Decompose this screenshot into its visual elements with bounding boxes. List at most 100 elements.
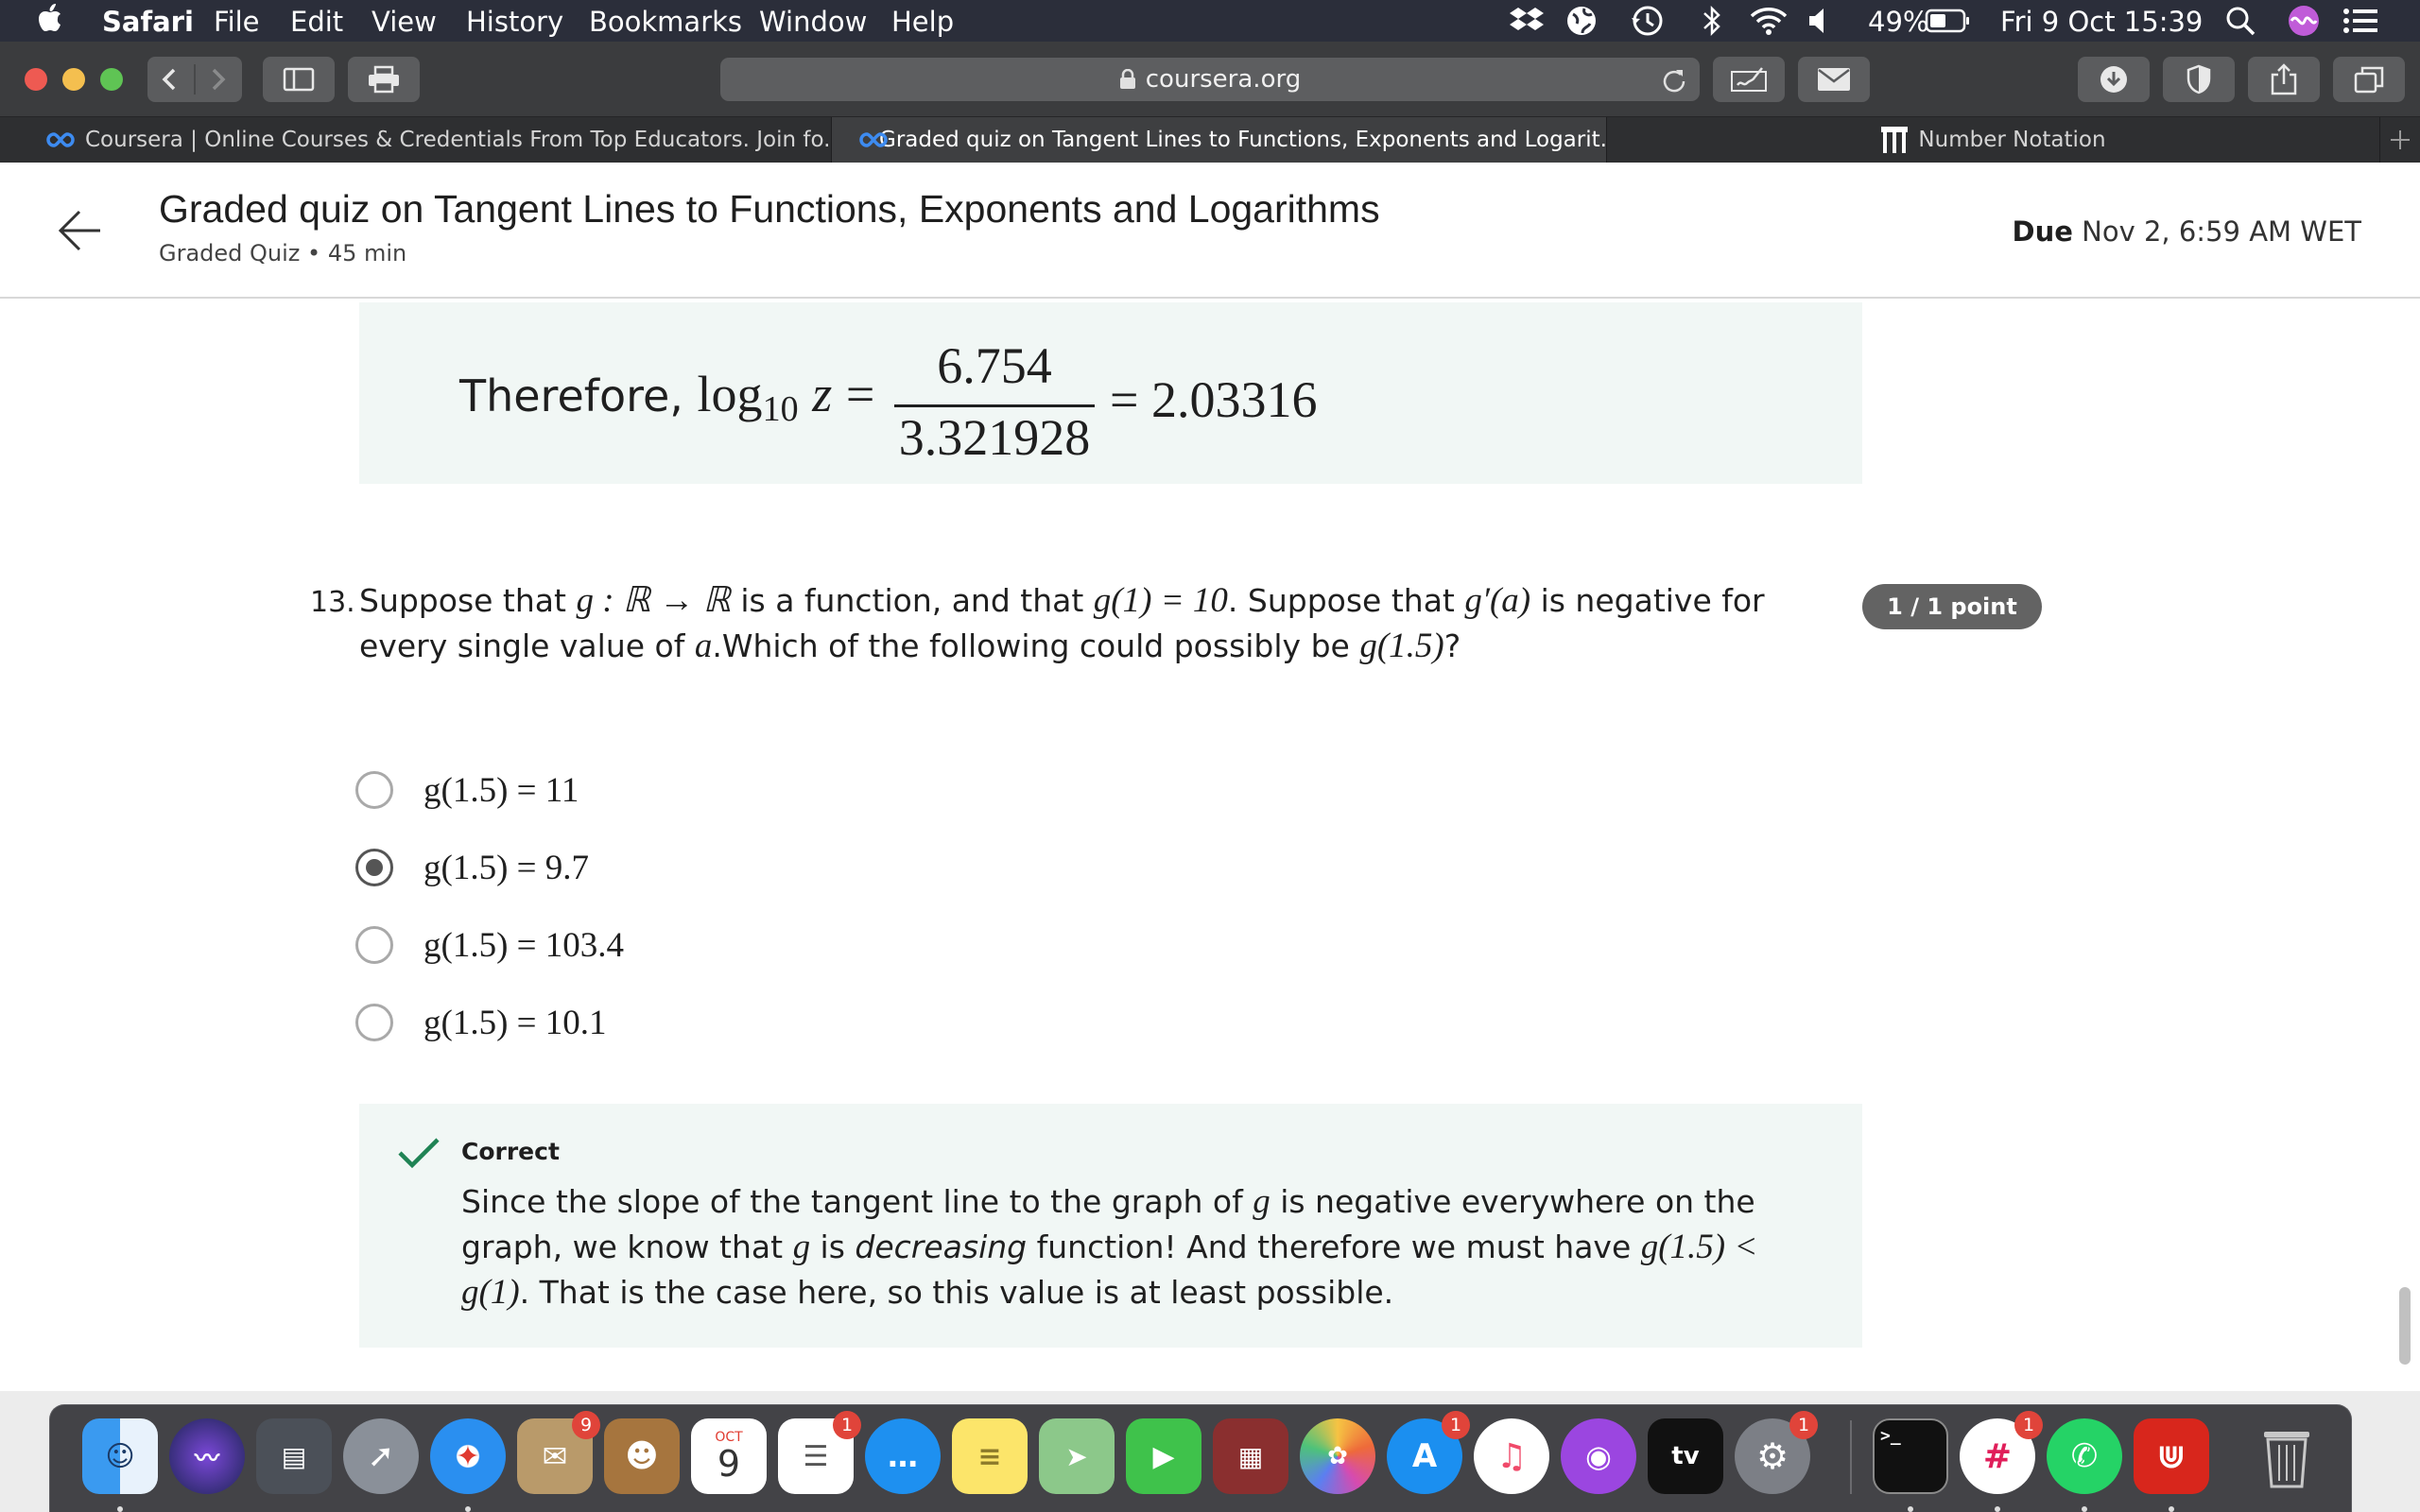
shield-icon <box>2187 64 2211 94</box>
siri-icon[interactable] <box>2288 4 2320 38</box>
share-button[interactable] <box>2248 57 2320 102</box>
podcasts-icon[interactable]: ◉ <box>1561 1418 1636 1494</box>
explanation-equation: Therefore, log10 z = <box>459 365 874 430</box>
answer-option[interactable]: g(1.5) = 103.4 <box>355 920 624 970</box>
spotlight-search-icon[interactable] <box>2225 4 2256 38</box>
log-base: 10 <box>762 389 799 430</box>
bluetooth-icon[interactable] <box>1702 4 1722 38</box>
tab-graded-quiz[interactable]: Graded quiz on Tangent Lines to Function… <box>832 117 1607 163</box>
tab-label: Number Notation <box>1918 128 2106 152</box>
time-machine-icon[interactable] <box>1630 4 1664 38</box>
battery-icon[interactable] <box>1925 4 1970 38</box>
maps-icon[interactable]: ➤ <box>1039 1418 1115 1494</box>
tv-icon[interactable]: tv <box>1648 1418 1723 1494</box>
close-window-button[interactable] <box>25 68 47 91</box>
volume-icon[interactable] <box>1807 4 1832 38</box>
reminders-icon[interactable]: ☰ 1 <box>778 1411 861 1494</box>
menu-help[interactable]: Help <box>891 6 954 38</box>
clock[interactable]: Fri 9 Oct 15:39 <box>2000 6 2203 38</box>
shield-extension-button[interactable] <box>2163 57 2235 102</box>
launchpad-icon[interactable]: ➚ <box>343 1418 419 1494</box>
checkmark-icon <box>398 1138 440 1169</box>
radio-button[interactable] <box>355 771 393 809</box>
mail-share-button[interactable] <box>1798 57 1870 102</box>
dock: ☺ 〰 ▤ ➚ ✦ ✉ 9 ☻ OCT 9 ☰ 1 … ≡ ➤ ▶ ▦ ✿ A1 ♫… <box>49 1404 2352 1512</box>
due-value: Nov 2, 6:59 AM WET <box>2072 215 2361 248</box>
menu-bookmarks[interactable]: Bookmarks <box>589 6 742 38</box>
menu-window[interactable]: Window <box>759 6 867 38</box>
feedback-title: Correct <box>461 1138 560 1165</box>
tab-overview-button[interactable] <box>2333 57 2405 102</box>
tab-coursera-home[interactable]: Coursera | Online Courses & Credentials … <box>0 117 832 163</box>
print-button[interactable] <box>348 57 420 102</box>
whatsapp-icon[interactable]: ✆ <box>2047 1418 2122 1494</box>
acrobat-icon[interactable]: ⋓ <box>2134 1418 2209 1494</box>
feedback-box: Correct Since the slope of the tangent l… <box>359 1104 1862 1348</box>
running-indicator <box>2082 1506 2087 1512</box>
finder-icon[interactable]: ☺ <box>82 1418 158 1494</box>
music-icon[interactable]: ♫ <box>1474 1418 1549 1494</box>
tab-number-notation[interactable]: Number Notation <box>1607 117 2380 163</box>
menu-file[interactable]: File <box>214 6 260 38</box>
markup-button[interactable] <box>1713 57 1785 102</box>
globe-icon[interactable] <box>1565 4 1598 38</box>
question-text-part: is a function, and that <box>730 582 1094 619</box>
answer-option[interactable]: g(1.5) = 10.1 <box>355 998 607 1047</box>
reload-icon[interactable] <box>1660 67 1686 94</box>
radio-button[interactable] <box>355 1004 393 1041</box>
radio-button[interactable] <box>355 926 393 964</box>
system-preferences-icon[interactable]: ⚙ 1 <box>1735 1411 1818 1494</box>
feedback-text-part: is <box>810 1228 856 1265</box>
notification-center-icon[interactable] <box>2342 4 2378 38</box>
running-indicator <box>465 1506 471 1512</box>
coursera-logo-icon <box>46 132 75 147</box>
question-text-part: ? <box>1443 627 1461 664</box>
minimize-window-button[interactable] <box>62 68 85 91</box>
scrollbar-thumb[interactable] <box>2399 1287 2411 1365</box>
answer-option-selected[interactable]: g(1.5) = 9.7 <box>355 843 589 892</box>
photo-booth-icon[interactable]: ▦ <box>1213 1418 1288 1494</box>
messages-icon[interactable]: … <box>865 1418 941 1494</box>
apple-logo-icon[interactable] <box>38 3 62 33</box>
feedback-text-part: . That is the case here, so this value i… <box>519 1274 1394 1311</box>
site-logo-icon <box>1881 127 1909 153</box>
safari-icon[interactable]: ✦ <box>430 1418 506 1494</box>
downloads-button[interactable] <box>2078 57 2150 102</box>
menu-app-safari[interactable]: Safari <box>102 6 194 38</box>
back-icon[interactable] <box>147 57 242 102</box>
dropbox-icon[interactable] <box>1509 4 1545 38</box>
trash-icon[interactable] <box>2249 1418 2325 1494</box>
notes-icon[interactable]: ≡ <box>952 1418 1028 1494</box>
answer-option[interactable]: g(1.5) = 11 <box>355 765 579 815</box>
siri-icon[interactable]: 〰 <box>169 1418 245 1494</box>
mail-icon[interactable]: ✉ 9 <box>517 1411 600 1494</box>
option-label: g(1.5) = 11 <box>424 770 579 810</box>
running-indicator <box>117 1506 123 1512</box>
address-bar[interactable]: coursera.org <box>720 58 1700 101</box>
fraction-numerator: 6.754 <box>937 337 1052 394</box>
photos-icon[interactable]: ✿ <box>1300 1418 1375 1494</box>
tab-bar: Coursera | Online Courses & Credentials … <box>0 117 2420 163</box>
contacts-icon[interactable]: ☻ <box>604 1418 680 1494</box>
slack-icon[interactable]: #1 <box>1960 1411 2043 1494</box>
battery-percent[interactable]: 49% <box>1868 6 1928 38</box>
calendar-icon[interactable]: OCT 9 <box>691 1418 767 1494</box>
sidebar-toggle-button[interactable] <box>263 57 335 102</box>
back-arrow-icon[interactable] <box>55 206 104 255</box>
zoom-window-button[interactable] <box>100 68 123 91</box>
menu-view[interactable]: View <box>372 6 437 38</box>
facetime-icon[interactable]: ▶ <box>1126 1418 1201 1494</box>
image-capture-icon[interactable]: ▤ <box>256 1418 332 1494</box>
menu-history[interactable]: History <box>466 6 563 38</box>
menu-edit[interactable]: Edit <box>290 6 343 38</box>
feedback-math: g <box>792 1228 811 1266</box>
new-tab-button[interactable] <box>2380 117 2420 163</box>
question-math: a <box>694 627 713 665</box>
page-content: Graded quiz on Tangent Lines to Function… <box>0 163 2420 1391</box>
back-forward-buttons <box>147 57 242 102</box>
terminal-icon[interactable]: >_ <box>1873 1418 1948 1494</box>
app-store-icon[interactable]: A1 <box>1387 1411 1470 1494</box>
radio-button-selected[interactable] <box>355 849 393 886</box>
feedback-emphasis: decreasing <box>855 1228 1028 1265</box>
wifi-icon[interactable] <box>1749 4 1789 38</box>
